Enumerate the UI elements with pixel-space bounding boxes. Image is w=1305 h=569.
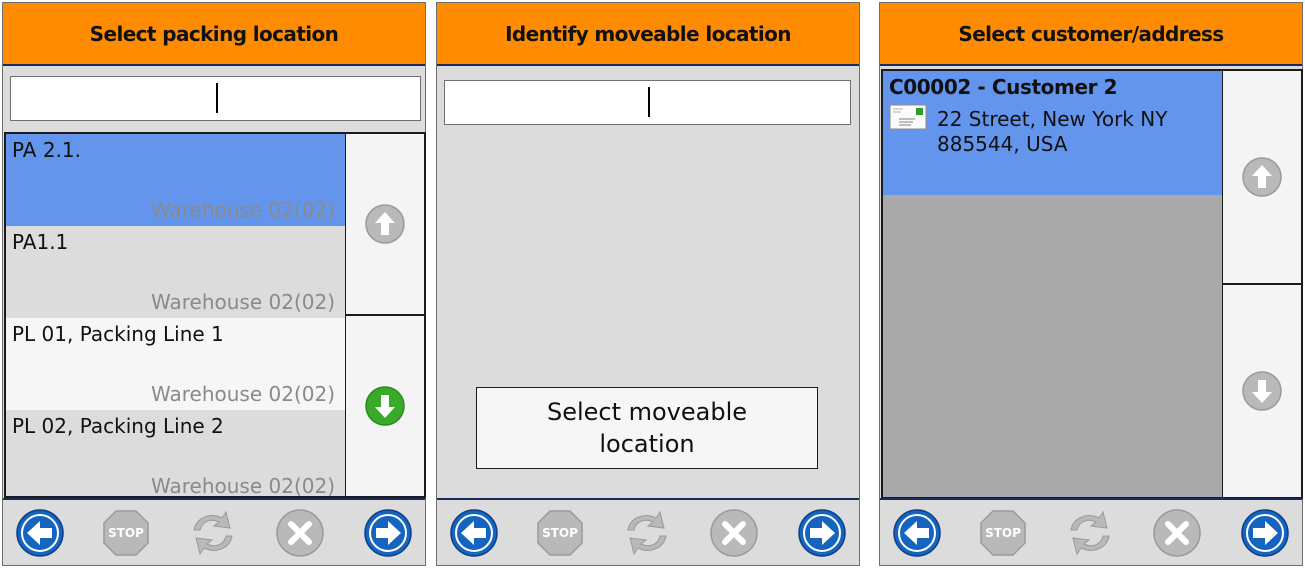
cancel-icon — [1153, 509, 1201, 557]
stop-label: STOP — [108, 526, 144, 540]
list-item-subtitle: Warehouse 02(02) — [150, 474, 335, 498]
forward-arrow-icon — [364, 509, 412, 557]
refresh-button[interactable] — [188, 508, 238, 558]
back-arrow-icon — [893, 509, 941, 557]
bottom-toolbar: STOP — [880, 498, 1302, 565]
cancel-icon — [276, 509, 324, 557]
list-item-subtitle: Warehouse 02(02) — [150, 382, 335, 406]
list-item-subtitle: Warehouse 02(02) — [150, 198, 335, 222]
list-item[interactable]: PA1.1 Warehouse 02(02) — [6, 226, 345, 318]
scroll-down-button[interactable] — [1223, 285, 1301, 497]
bottom-toolbar: STOP — [3, 498, 425, 565]
panel-title: Identify moveable location — [437, 3, 859, 66]
search-input[interactable] — [10, 76, 421, 121]
refresh-button[interactable] — [1065, 508, 1115, 558]
stop-label: STOP — [542, 526, 578, 540]
back-arrow-icon — [450, 509, 498, 557]
cancel-button[interactable] — [709, 508, 759, 558]
location-list: PA 2.1. Warehouse 02(02) PA1.1 Warehouse… — [4, 132, 347, 498]
forward-arrow-icon — [798, 509, 846, 557]
list-item-title: PA1.1 — [12, 230, 69, 254]
stop-button[interactable]: STOP — [978, 508, 1028, 558]
list-item[interactable]: PA 2.1. Warehouse 02(02) — [6, 134, 345, 226]
refresh-icon — [1070, 510, 1110, 556]
scroll-controls — [1223, 69, 1303, 499]
back-button[interactable] — [892, 508, 942, 558]
arrow-up-icon — [1242, 157, 1282, 197]
list-item-subtitle: Warehouse 02(02) — [150, 290, 335, 314]
forward-button[interactable] — [363, 508, 413, 558]
refresh-icon — [627, 510, 667, 556]
moveable-location-panel: Identify moveable location Select moveab… — [436, 2, 860, 566]
customer-list: C00002 - Customer 2 22 Street, New York … — [881, 69, 1224, 499]
stop-button[interactable]: STOP — [535, 508, 585, 558]
scroll-up-button[interactable] — [346, 134, 424, 314]
refresh-button[interactable] — [622, 508, 672, 558]
list-item-title: PL 02, Packing Line 2 — [12, 414, 224, 438]
scroll-up-button[interactable] — [1223, 71, 1301, 283]
text-caret — [648, 87, 650, 117]
arrow-down-icon — [365, 386, 405, 426]
list-item-title: PA 2.1. — [12, 138, 81, 162]
stop-button[interactable]: STOP — [101, 508, 151, 558]
panel-title: Select packing location — [3, 3, 425, 66]
list-item[interactable]: C00002 - Customer 2 22 Street, New York … — [883, 71, 1222, 195]
arrow-down-icon — [1242, 371, 1282, 411]
back-arrow-icon — [16, 509, 64, 557]
button-label: Select moveable location — [546, 398, 748, 458]
back-button[interactable] — [449, 508, 499, 558]
forward-arrow-icon — [1241, 509, 1289, 557]
address-card-icon — [889, 104, 927, 130]
list-item[interactable]: PL 02, Packing Line 2 Warehouse 02(02) — [6, 410, 345, 498]
refresh-icon — [193, 510, 233, 556]
list-item[interactable]: PL 01, Packing Line 1 Warehouse 02(02) — [6, 318, 345, 410]
arrow-up-icon — [365, 204, 405, 244]
scroll-controls — [346, 132, 426, 498]
forward-button[interactable] — [1240, 508, 1290, 558]
cancel-icon — [710, 509, 758, 557]
bottom-toolbar: STOP — [437, 498, 859, 565]
cancel-button[interactable] — [275, 508, 325, 558]
forward-button[interactable] — [797, 508, 847, 558]
customer-address: 22 Street, New York NY 885544, USA — [937, 107, 1168, 156]
packing-location-panel: Select packing location PA 2.1. Warehous… — [2, 2, 426, 566]
list-item-title: PL 01, Packing Line 1 — [12, 322, 224, 346]
customer-name: C00002 - Customer 2 — [889, 75, 1118, 99]
select-moveable-location-button[interactable]: Select moveable location — [476, 387, 818, 469]
stop-label: STOP — [985, 526, 1021, 540]
back-button[interactable] — [15, 508, 65, 558]
panel-title: Select customer/address — [880, 3, 1302, 66]
cancel-button[interactable] — [1152, 508, 1202, 558]
scroll-down-button[interactable] — [346, 316, 424, 496]
text-caret — [216, 83, 218, 113]
location-input[interactable] — [444, 80, 851, 125]
customer-address-panel: Select customer/address C00002 - Custome… — [879, 2, 1303, 566]
